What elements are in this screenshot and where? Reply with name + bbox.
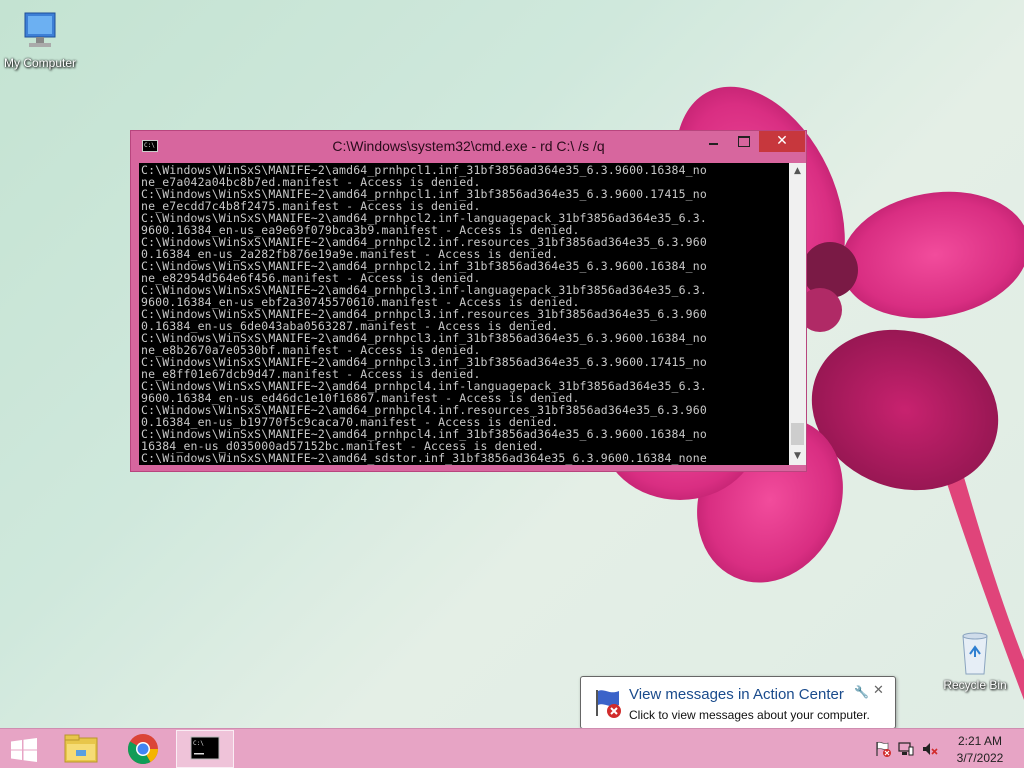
desktop-icon-label: Recycle Bin: [943, 678, 1007, 692]
notification-title[interactable]: View messages in Action Center: [629, 686, 844, 703]
clock-date: 3/7/2022: [956, 751, 1004, 765]
recycle-bin-icon: [962, 632, 988, 675]
console-output[interactable]: C:\Windows\WinSxS\MANIFE~2\amd64_prnhpcl…: [139, 163, 789, 465]
computer-icon: [24, 12, 56, 47]
desktop-icon-my-computer[interactable]: My Computer: [0, 10, 80, 70]
taskbar: C:\ 2:21 AM 3/7/2022: [0, 728, 1024, 768]
taskbar-command-prompt[interactable]: C:\: [176, 730, 234, 768]
taskbar-chrome[interactable]: [114, 730, 172, 768]
scroll-down-arrow-icon[interactable]: ▼: [789, 448, 806, 465]
cmd-window[interactable]: C:\ C:\Windows\system32\cmd.exe - rd C:\…: [130, 130, 807, 472]
close-icon[interactable]: ✕: [873, 683, 884, 698]
clock-time: 2:21 AM: [957, 734, 1003, 748]
windows-start-icon[interactable]: [10, 738, 38, 762]
scroll-thumb[interactable]: [791, 423, 804, 445]
minimize-button[interactable]: [699, 131, 729, 152]
volume-muted-icon[interactable]: [921, 741, 939, 757]
cmd-icon-text: C:\: [193, 740, 204, 747]
cmd-titlebar[interactable]: C:\ C:\Windows\system32\cmd.exe - rd C:\…: [131, 131, 806, 162]
wrench-icon[interactable]: 🔧: [854, 685, 869, 699]
desktop-icon-recycle-bin[interactable]: Recycle Bin: [935, 630, 1015, 692]
taskbar-file-explorer[interactable]: [52, 730, 110, 768]
close-button[interactable]: ✕: [759, 131, 805, 152]
cmd-icon: C:\: [190, 736, 220, 760]
action-center-notification[interactable]: View messages in Action Center Click to …: [580, 676, 896, 743]
desktop-icon-label: My Computer: [3, 56, 77, 70]
vertical-scrollbar[interactable]: ▲ ▼: [789, 163, 806, 465]
scroll-up-arrow-icon[interactable]: ▲: [789, 163, 806, 180]
maximize-button[interactable]: [729, 131, 759, 152]
action-center-flag-icon[interactable]: [874, 741, 892, 757]
taskbar-clock[interactable]: 2:21 AM 3/7/2022: [942, 733, 1018, 767]
action-center-flag-icon: [596, 690, 621, 718]
notification-text: Click to view messages about your comput…: [629, 708, 870, 722]
console-line: C:\Windows\WinSxS\MANIFE~2\amd64_sdstor.…: [141, 451, 707, 465]
network-icon[interactable]: [897, 741, 915, 757]
file-explorer-icon: [64, 734, 98, 763]
chrome-icon: [127, 734, 158, 765]
